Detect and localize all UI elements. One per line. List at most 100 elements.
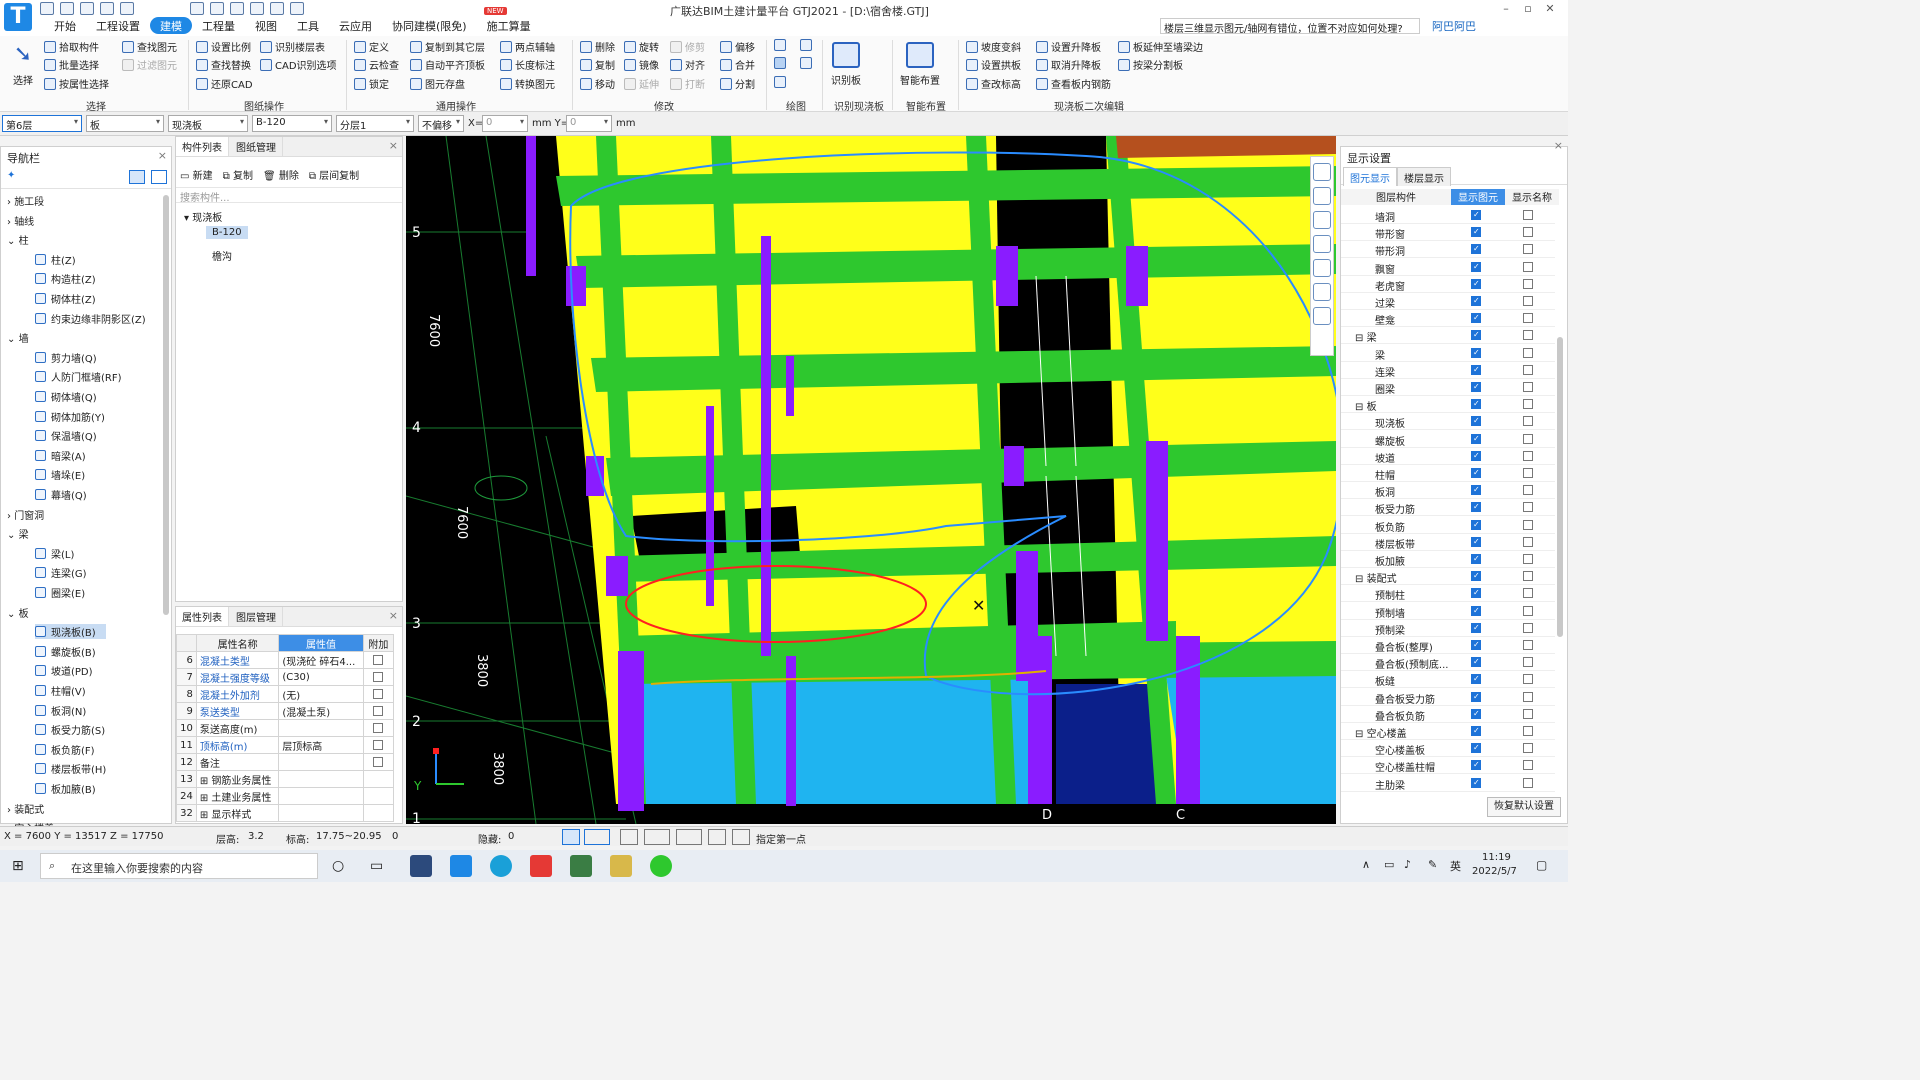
show-name-checkbox[interactable] xyxy=(1523,519,1533,530)
show-element-checkbox[interactable] xyxy=(1471,536,1481,547)
property-value[interactable]: (现浇砼 碎石4... xyxy=(278,651,364,669)
show-name-checkbox[interactable] xyxy=(1523,691,1533,702)
view-settings-icon[interactable] xyxy=(1313,283,1331,301)
snap-toggle-icon[interactable] xyxy=(584,829,610,845)
nav-category[interactable]: ⌄ 墙 xyxy=(7,330,29,345)
two-point-axis-button[interactable]: 两点辅轴 xyxy=(500,39,555,54)
align-button[interactable]: 对齐 xyxy=(670,57,705,72)
nav-category[interactable]: › 施工段 xyxy=(7,193,44,208)
show-name-checkbox[interactable] xyxy=(1523,347,1533,358)
show-element-checkbox[interactable] xyxy=(1471,416,1481,427)
menu-tab[interactable]: 云应用 xyxy=(329,17,382,34)
task-view-icon[interactable]: ▭ xyxy=(370,858,383,874)
copy-to-floor-button[interactable]: 复制到其它层 xyxy=(410,39,485,54)
property-value[interactable]: (混凝土泵) xyxy=(278,702,364,720)
menu-tab[interactable]: 工具 xyxy=(287,17,329,34)
show-element-checkbox[interactable] xyxy=(1471,760,1481,771)
undo-icon[interactable] xyxy=(100,2,114,15)
draw-point-button[interactable] xyxy=(774,39,789,51)
draw-rotate-point-button[interactable] xyxy=(800,39,815,51)
property-row[interactable]: 24 ⊞ 土建业务属性 xyxy=(176,787,395,805)
show-name-checkbox[interactable] xyxy=(1523,450,1533,461)
nav-item[interactable]: 板加腋(B) xyxy=(35,781,96,796)
nav-category[interactable]: › 装配式 xyxy=(7,801,44,816)
collapse-icon[interactable]: ⊟ xyxy=(1355,574,1363,585)
network-icon[interactable]: ▭ xyxy=(1384,858,1394,871)
orbit-icon[interactable] xyxy=(1313,163,1331,181)
layer-select[interactable]: 分层1 xyxy=(336,115,414,132)
extend-slab-button[interactable]: 板延伸至墙梁边 xyxy=(1118,39,1203,54)
align-top-slab-button[interactable]: 自动平齐顶板 xyxy=(410,57,485,72)
clock-date[interactable]: 2022/5/7 xyxy=(1472,866,1517,877)
collapse-icon[interactable]: ⊟ xyxy=(1355,333,1363,344)
tray-chevron-icon[interactable]: ∧ xyxy=(1362,858,1370,871)
nav-item[interactable]: 现浇板(B) xyxy=(35,624,106,640)
extra-checkbox[interactable] xyxy=(373,688,384,699)
slope-button[interactable]: 坡度变斜 xyxy=(966,39,1021,54)
nav-item[interactable]: 板负筋(F) xyxy=(35,742,95,757)
expand-icon[interactable]: ⊞ xyxy=(200,776,208,787)
tab-layer-manage[interactable]: 图层管理 xyxy=(230,607,283,626)
copy-button[interactable]: 复制 xyxy=(580,57,615,72)
show-element-checkbox[interactable] xyxy=(1471,227,1481,238)
nav-item[interactable]: 剪力墙(Q) xyxy=(35,350,97,365)
show-name-checkbox[interactable] xyxy=(1523,554,1533,564)
extend-button[interactable]: 延伸 xyxy=(624,76,659,91)
nav-item[interactable]: 砌体柱(Z) xyxy=(35,291,96,306)
tree-view-icon[interactable] xyxy=(151,170,167,184)
restore-cad-button[interactable]: 还原CAD xyxy=(196,76,253,91)
close-icon[interactable]: × xyxy=(389,139,398,152)
merge-button[interactable]: 合并 xyxy=(720,57,755,72)
draw-arc-button[interactable] xyxy=(774,76,789,88)
nav-item[interactable]: 墙垛(E) xyxy=(35,467,85,482)
nav-item[interactable]: 构造柱(Z) xyxy=(35,271,96,286)
file-explorer-icon[interactable] xyxy=(610,855,632,877)
edge-icon[interactable] xyxy=(490,855,512,877)
show-name-checkbox[interactable] xyxy=(1523,227,1533,238)
nav-item[interactable]: 柱帽(V) xyxy=(35,683,86,698)
property-value[interactable] xyxy=(278,753,364,771)
extra-checkbox[interactable] xyxy=(373,756,384,767)
x-input[interactable]: 0 xyxy=(482,115,528,132)
close-icon[interactable]: × xyxy=(389,609,398,622)
category-select[interactable]: 板 xyxy=(86,115,164,132)
show-name-checkbox[interactable] xyxy=(1523,777,1533,788)
show-name-checkbox[interactable] xyxy=(1523,674,1533,685)
extra-checkbox[interactable] xyxy=(373,654,384,665)
nav-item[interactable]: 人防门框墙(RF) xyxy=(35,369,122,384)
cancel-raise-slab-button[interactable]: 取消升降板 xyxy=(1036,57,1101,72)
minimize-icon[interactable]: – xyxy=(1496,2,1516,16)
property-value[interactable] xyxy=(278,787,364,805)
show-name-checkbox[interactable] xyxy=(1523,313,1533,324)
nav-item[interactable]: 螺旋板(B) xyxy=(35,644,96,659)
property-row[interactable]: 6 混凝土类型 (现浇砼 碎石4... xyxy=(176,651,395,669)
recognize-floor-table-button[interactable]: 识别楼层表 xyxy=(260,39,325,54)
show-name-checkbox[interactable] xyxy=(1523,743,1533,754)
show-name-checkbox[interactable] xyxy=(1523,657,1533,668)
nav-item[interactable]: 暗梁(A) xyxy=(35,448,86,463)
split-button[interactable]: 分割 xyxy=(720,76,755,91)
pin-icon[interactable]: ✦ xyxy=(7,170,15,181)
show-element-checkbox[interactable] xyxy=(1471,777,1481,788)
quick-tool-icon[interactable] xyxy=(250,2,264,15)
pen-icon[interactable]: ✎ xyxy=(1428,858,1437,871)
show-name-checkbox[interactable] xyxy=(1523,296,1533,306)
show-element-checkbox[interactable] xyxy=(1471,433,1481,444)
wechat-icon[interactable] xyxy=(650,855,672,877)
menu-tab[interactable]: 工程设置 xyxy=(86,17,150,34)
tab-element-display[interactable]: 图元显示 xyxy=(1343,167,1397,186)
list-view-icon[interactable] xyxy=(129,170,145,184)
check-elevation-button[interactable]: 查改标高 xyxy=(966,76,1021,91)
expand-icon[interactable]: ⊞ xyxy=(200,810,208,821)
show-name-checkbox[interactable] xyxy=(1523,364,1533,375)
y-input[interactable]: 0 xyxy=(566,115,612,132)
quick-tool-icon[interactable] xyxy=(230,2,244,15)
trim-button[interactable]: 修剪 xyxy=(670,39,705,54)
nav-item[interactable]: 梁(L) xyxy=(35,546,74,561)
show-element-checkbox[interactable] xyxy=(1471,278,1481,289)
show-name-checkbox[interactable] xyxy=(1523,708,1533,719)
show-name-checkbox[interactable] xyxy=(1523,536,1533,547)
show-name-checkbox[interactable] xyxy=(1523,640,1533,650)
property-row[interactable]: 8 混凝土外加剂 (无) xyxy=(176,685,395,703)
mirror-button[interactable]: 镜像 xyxy=(624,57,659,72)
